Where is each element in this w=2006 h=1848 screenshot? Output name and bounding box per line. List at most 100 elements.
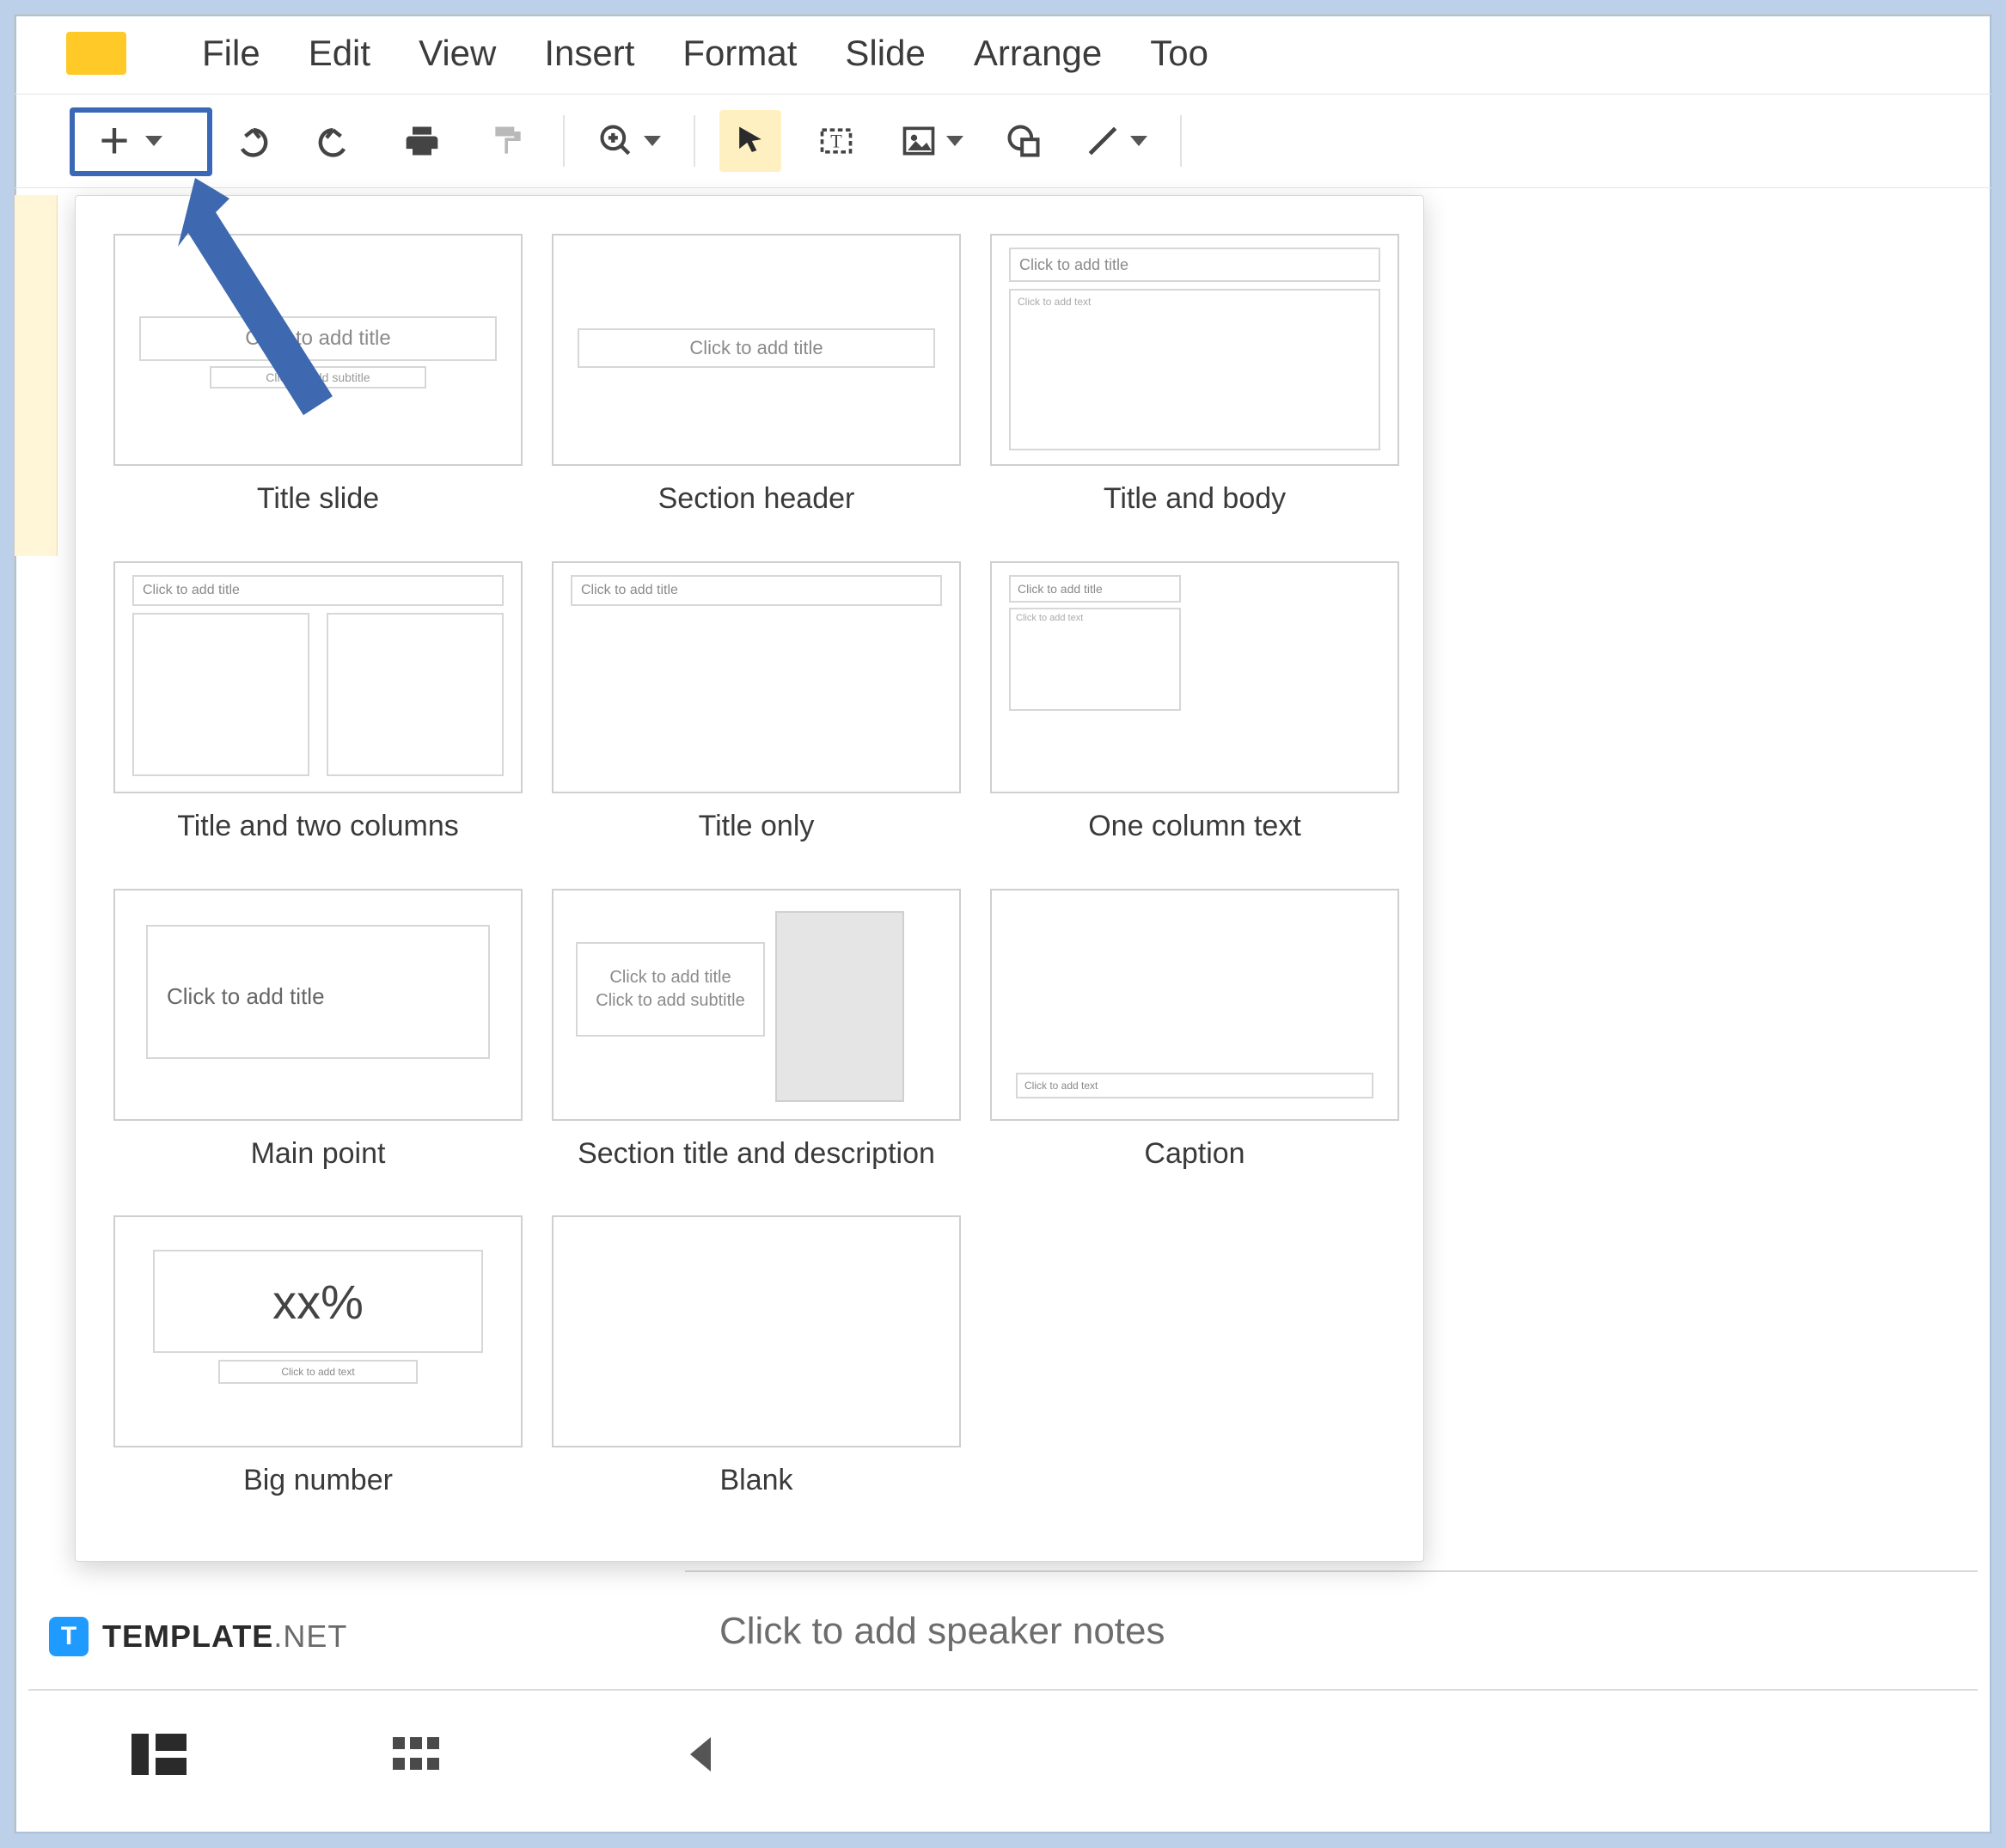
undo-button[interactable] (219, 110, 281, 172)
layout-option-section-title-description[interactable]: Click to add title Click to add subtitle… (552, 889, 961, 1172)
print-button[interactable] (391, 110, 453, 172)
slide-thumbnail-strip[interactable] (15, 195, 58, 556)
collapse-panel-button[interactable] (690, 1737, 711, 1772)
placeholder-body: Click to add text (1009, 608, 1181, 711)
placeholder-title: Click to add title (167, 983, 325, 1010)
layout-label: Blank (719, 1463, 792, 1498)
menu-edit[interactable]: Edit (302, 28, 377, 79)
menu-view[interactable]: View (412, 28, 503, 79)
speaker-notes-placeholder: Click to add speaker notes (719, 1610, 1165, 1653)
select-tool[interactable] (719, 110, 781, 172)
placeholder-number: xx% (153, 1250, 483, 1353)
layout-option-main-point[interactable]: Click to add title Main point (113, 889, 523, 1172)
grid-view-button[interactable] (393, 1737, 441, 1772)
placeholder-title: Click to add title Click to add subtitle (576, 942, 765, 1037)
chevron-down-icon (946, 136, 963, 146)
placeholder-subtitle: Click to add subtitle (210, 366, 426, 389)
insert-line-button[interactable] (1075, 110, 1156, 172)
placeholder-subtitle: Click to add text (218, 1360, 418, 1384)
toolbar: + T (15, 94, 1991, 188)
redo-button[interactable] (305, 110, 367, 172)
chevron-down-icon (1130, 136, 1147, 146)
toolbar-separator (694, 115, 695, 167)
insert-shape-button[interactable] (996, 110, 1051, 172)
watermark: T TEMPLATE.NET (49, 1617, 347, 1656)
layout-label: Title and two columns (177, 809, 459, 844)
new-slide-button[interactable]: + (66, 113, 195, 169)
textbox-icon: T (817, 122, 855, 160)
menu-insert[interactable]: Insert (537, 28, 641, 79)
layout-label: Big number (243, 1463, 393, 1498)
layout-option-two-columns[interactable]: Click to add title Title and two columns (113, 561, 523, 844)
menu-arrange[interactable]: Arrange (967, 28, 1109, 79)
menu-slide[interactable]: Slide (838, 28, 932, 79)
document-icon[interactable] (66, 32, 126, 75)
layout-label: Title and body (1104, 481, 1286, 517)
filmstrip-view-button[interactable] (131, 1734, 187, 1775)
placeholder-title: Click to add title (139, 316, 497, 361)
placeholder-text: Click to add title (609, 968, 731, 988)
layout-label: Title only (699, 809, 815, 844)
menu-bar: File Edit View Insert Format Slide Arran… (15, 15, 1991, 92)
layout-thumbnail: Click to add title (552, 561, 961, 793)
paint-format-button[interactable] (477, 110, 539, 172)
placeholder-column (132, 613, 309, 776)
toolbar-separator (563, 115, 565, 167)
cursor-icon (731, 122, 769, 160)
speaker-notes-area[interactable]: Click to add speaker notes (685, 1570, 1978, 1691)
watermark-icon: T (49, 1617, 89, 1656)
chevron-down-icon (644, 136, 661, 146)
layout-option-caption[interactable]: Click to add text Caption (990, 889, 1399, 1172)
toolbar-separator (1180, 115, 1182, 167)
watermark-text: TEMPLATE.NET (102, 1619, 347, 1655)
layout-thumbnail: Click to add title (113, 561, 523, 793)
layout-label: Main point (251, 1136, 386, 1172)
layout-label: Title slide (257, 481, 379, 517)
layout-label: Caption (1144, 1136, 1245, 1172)
zoom-icon (597, 122, 635, 160)
plus-icon: + (99, 125, 129, 156)
layout-option-title-slide[interactable]: Click to add title Click to add subtitle… (113, 234, 523, 517)
redo-icon (317, 122, 355, 160)
layout-thumbnail: Click to add title Click to add text (990, 561, 1399, 793)
paint-roller-icon (489, 122, 527, 160)
layout-label: Section header (658, 481, 855, 517)
menu-file[interactable]: File (195, 28, 267, 79)
svg-text:T: T (830, 130, 842, 151)
watermark-suffix: .NET (273, 1619, 347, 1654)
textbox-tool[interactable]: T (805, 110, 867, 172)
placeholder-title: Click to add title (132, 575, 504, 606)
layout-option-title-only[interactable]: Click to add title Title only (552, 561, 961, 844)
layout-thumbnail: Click to add title (113, 889, 523, 1121)
layout-thumbnail: xx% Click to add text (113, 1215, 523, 1447)
placeholder-title: Click to add title (1009, 575, 1181, 603)
menu-format[interactable]: Format (676, 28, 804, 79)
menu-tools[interactable]: Too (1143, 28, 1215, 79)
print-icon (403, 122, 441, 160)
image-icon (900, 122, 938, 160)
placeholder-title: Click to add title (1009, 248, 1380, 282)
layout-thumbnail (552, 1215, 961, 1447)
layout-option-one-column[interactable]: Click to add title Click to add text One… (990, 561, 1399, 844)
watermark-brand: TEMPLATE (102, 1619, 273, 1654)
layout-thumbnail: Click to add title Click to add subtitle (552, 889, 961, 1121)
layout-option-big-number[interactable]: xx% Click to add text Big number (113, 1215, 523, 1498)
layout-label: Section title and description (578, 1136, 935, 1172)
placeholder-text: Click to add subtitle (596, 991, 744, 1011)
insert-image-button[interactable] (891, 110, 972, 172)
line-icon (1084, 122, 1122, 160)
zoom-button[interactable] (589, 110, 670, 172)
layout-option-blank[interactable]: Blank (552, 1215, 961, 1498)
view-switcher-bar (28, 1689, 1978, 1818)
placeholder-image (775, 911, 904, 1102)
placeholder-body: Click to add text (1009, 289, 1380, 450)
placeholder-title: Click to add title (571, 575, 942, 606)
slide-layout-dropdown: Click to add title Click to add subtitle… (75, 195, 1424, 1562)
app-window: File Edit View Insert Format Slide Arran… (14, 14, 1992, 1834)
layout-label: One column text (1088, 809, 1301, 844)
layout-option-section-header[interactable]: Click to add title Section header (552, 234, 961, 517)
chevron-down-icon (145, 136, 162, 146)
layout-thumbnail: Click to add title Click to add text (990, 234, 1399, 466)
placeholder-caption: Click to add text (1016, 1073, 1373, 1098)
layout-option-title-and-body[interactable]: Click to add title Click to add text Tit… (990, 234, 1399, 517)
